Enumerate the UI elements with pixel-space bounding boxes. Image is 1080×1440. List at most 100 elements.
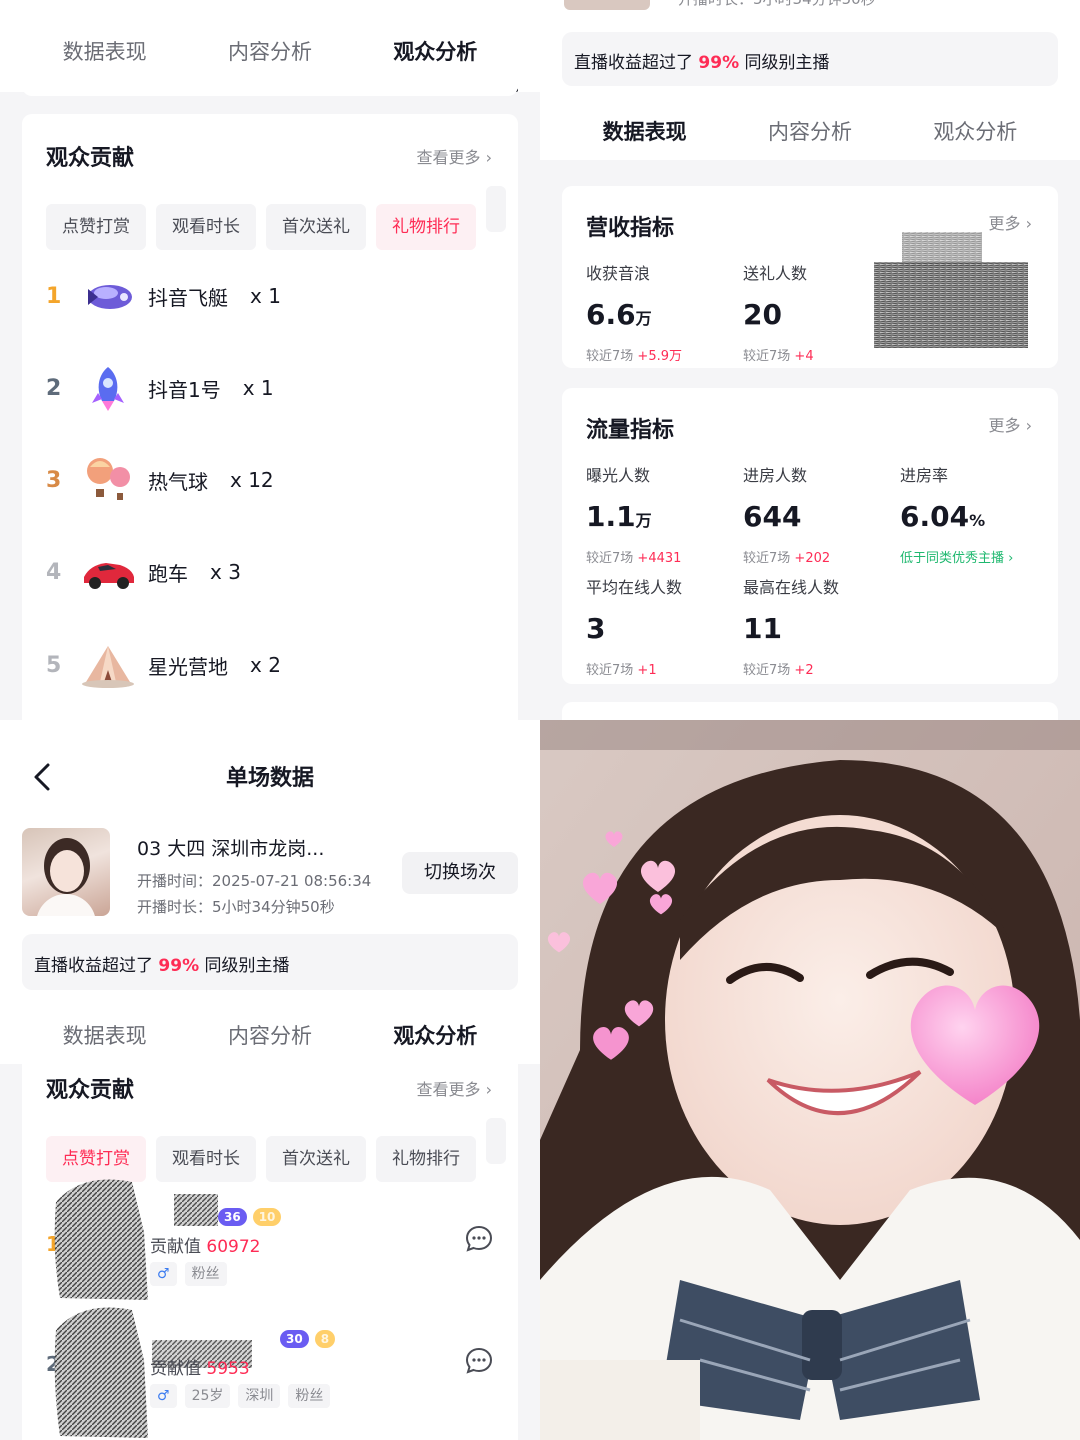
chip-first-gift[interactable]: 首次送礼: [266, 1136, 366, 1182]
male-icon: ♂: [150, 1262, 177, 1286]
metric-compare: 较近7场 +4: [743, 345, 814, 364]
gift-name: 抖音1号: [148, 377, 221, 402]
metric-number: 11: [743, 612, 782, 645]
chevron-right-icon: ›: [1025, 416, 1032, 435]
gift-row: 1 抖音飞艇 x 1: [46, 266, 281, 326]
view-more-link[interactable]: 查看更多 ›: [416, 144, 492, 168]
gift-count: x 1: [250, 284, 281, 308]
user-tag: 粉丝: [288, 1384, 331, 1408]
gift-rank: 1: [46, 283, 62, 309]
pink-heart-icon: [649, 894, 673, 915]
portrait-photo: [540, 720, 1080, 1440]
metric-compare: 较近7场 +4431: [586, 547, 681, 566]
male-icon: ♂: [150, 1384, 177, 1408]
tab-bar: 数据表现 内容分析 观众分析: [0, 12, 540, 92]
metric-exposure: 曝光人数 1.1万 较近7场 +4431: [586, 462, 681, 566]
chip-gift-ranking[interactable]: 礼物排行: [376, 1136, 476, 1182]
chip-watch-time[interactable]: 观看时长: [156, 204, 256, 250]
metric-avg-online: 平均在线人数 3 较近7场 +1: [586, 574, 682, 678]
pink-heart-icon: [547, 932, 571, 953]
thumbnail-face: [50, 850, 84, 892]
metric-label: 收获音浪: [586, 264, 651, 283]
metric-value: 3: [586, 612, 682, 645]
panel-gift-ranking: 数据表现 内容分析 观众分析 观众贡献 查看更多 › 点赞打赏 观看时长 首次送礼礼…: [0, 0, 540, 720]
user-tags: ♂ 25岁 深圳 粉丝: [150, 1384, 338, 1408]
chip-gift-ranking[interactable]: 礼物排行: [376, 204, 476, 250]
tab-audience-analysis[interactable]: 观众分析: [352, 12, 518, 92]
traffic-title: 流量指标: [586, 418, 675, 443]
metric-value: 20: [743, 298, 814, 331]
tab-data-performance[interactable]: 数据表现: [22, 12, 187, 92]
metric-number: 644: [743, 500, 802, 533]
view-more-link[interactable]: 查看更多 ›: [416, 1076, 492, 1100]
metric-peak-online: 最高在线人数 11 较近7场 +2: [743, 574, 839, 678]
stream-thumbnail[interactable]: [22, 828, 110, 916]
panel-data-performance: 开播时长：5小时34分钟50秒 直播收益超过了 99% 同级别主播 数据表现 内…: [540, 0, 1080, 720]
gift-name: 抖音飞艇: [148, 285, 228, 310]
section-title: 观众贡献: [46, 146, 135, 171]
gift-count: x 1: [242, 376, 274, 400]
filter-chips: 点赞打赏 观看时长 首次送礼 礼物排行: [46, 186, 518, 250]
traffic-more-link[interactable]: 更多 ›: [988, 412, 1032, 436]
compare-delta: +4431: [637, 551, 682, 566]
compare-delta: +202: [794, 551, 831, 566]
contribution-value: 5953: [206, 1359, 250, 1379]
earnings-notice: 直播收益超过了 99% 同级别主播: [562, 32, 1058, 86]
metric-unit: %: [969, 511, 986, 530]
panel-single-session: 单场数据 03 大四 深圳市龙岗... 开播时间：2025-07-21 08:5…: [0, 720, 540, 1440]
metric-value: 11: [743, 612, 839, 645]
gift-name: 热气球: [148, 469, 208, 494]
compare-label: 较近7场: [743, 349, 791, 364]
tab-content-analysis[interactable]: 内容分析: [187, 12, 352, 92]
metric-value: 644: [743, 500, 830, 533]
user-tags: ♂ 粉丝: [150, 1262, 235, 1286]
fan-level-badge: 8: [314, 1330, 336, 1348]
start-time: 开播时间：2025-07-21 08:56:34: [137, 872, 372, 890]
duration-partial: 开播时长：5小时34分钟50秒: [678, 0, 876, 9]
message-icon[interactable]: [464, 1224, 494, 1254]
metric-number: 6.6: [586, 298, 636, 331]
message-icon[interactable]: [464, 1346, 494, 1376]
metric-room-entries: 进房人数 644 较近7场 +202: [743, 462, 830, 566]
user-tag: 25岁: [184, 1384, 231, 1408]
gift-rank: 4: [46, 559, 62, 585]
gift-row: 4 跑车 x 3: [46, 542, 241, 602]
metric-value: 1.1万: [586, 500, 681, 533]
view-more-label: 查看更多: [416, 1080, 481, 1099]
metric-label: 最高在线人数: [743, 578, 840, 597]
gift-count: x 2: [250, 653, 281, 677]
metric-gifters: 送礼人数 20 较近7场 +4: [743, 260, 814, 364]
thumbnail-shirt: [36, 894, 96, 916]
compare-label: 较近7场: [586, 663, 634, 678]
compare-delta: +2: [794, 663, 814, 678]
compare-label: 较近7场: [743, 663, 791, 678]
chip-likes-tips[interactable]: 点赞打赏: [46, 204, 146, 250]
chevron-right-icon: ›: [1008, 551, 1014, 566]
chevron-right-icon: ›: [485, 148, 492, 167]
earnings-notice-text: 直播收益超过了 99% 同级别主播: [34, 951, 290, 976]
hot-air-balloon-gift-icon: [87, 458, 130, 500]
traffic-card: 流量指标 更多 › 曝光人数 1.1万 较近7场 +4431 进房人数 644 …: [562, 388, 1058, 684]
notice-percent: 99%: [698, 53, 740, 73]
compare-delta: +4: [794, 349, 814, 364]
pink-heart-icon: [593, 1027, 629, 1060]
metric-value: 6.04%: [900, 500, 1013, 533]
starlight-camp-gift-icon: [82, 646, 134, 688]
benchmark-link[interactable]: 低于同类优秀主播 ›: [900, 547, 1013, 566]
next-card-edge: [562, 702, 1058, 720]
switch-session-button[interactable]: 切换场次: [402, 852, 518, 894]
earnings-notice-text: 直播收益超过了 99% 同级别主播: [574, 48, 830, 73]
metric-label: 送礼人数: [743, 264, 808, 283]
user-level-badge: 30: [280, 1330, 309, 1348]
metric-unit: 万: [635, 511, 652, 530]
contribution: 贡献值 60972: [150, 1232, 261, 1257]
revenue-title: 营收指标: [586, 216, 675, 241]
more-label: 更多: [988, 416, 1021, 435]
contribution-label: 贡献值: [150, 1237, 201, 1257]
chip-first-gift[interactable]: 首次送礼: [266, 204, 366, 250]
contribution-label: 贡献值: [150, 1359, 201, 1379]
metric-number: 6.04: [900, 500, 970, 533]
metric-value: 6.6万: [586, 298, 682, 331]
metric-number: 3: [586, 612, 606, 645]
user-level-badge: 36: [218, 1208, 247, 1226]
